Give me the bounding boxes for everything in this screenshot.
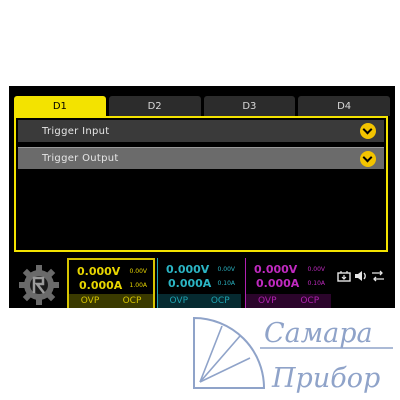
ch2-set-current: 0.10A [217, 280, 235, 287]
tab-d2[interactable]: D2 [108, 96, 201, 116]
ch3-current: 0.000A [256, 277, 300, 290]
speaker-icon[interactable] [354, 270, 368, 282]
ch3-ovp-label[interactable]: OVP [246, 294, 289, 308]
trigger-output-row[interactable]: Trigger Output [18, 147, 384, 169]
ch2-current: 0.000A [168, 277, 212, 290]
ch3-voltage: 0.000V [254, 263, 298, 276]
ch3-set-current: 0.10A [307, 280, 325, 287]
ch1-set-voltage: 0.00V [129, 268, 147, 275]
watermark-logo: Самара Прибор [193, 316, 393, 394]
ch1-ovp-label[interactable]: OVP [69, 294, 111, 308]
trigger-input-label: Trigger Input [42, 125, 110, 137]
transfer-icon[interactable] [371, 270, 385, 282]
ch1-protection: OVP OCP [69, 294, 153, 308]
ch3-ocp-label[interactable]: OCP [289, 294, 332, 308]
chevron-down-icon[interactable] [360, 150, 376, 167]
status-bar: 0.000V 0.00V 0.000A 1.00A OVP OCP 0.000V… [9, 256, 395, 308]
trigger-input-row[interactable]: Trigger Input [18, 120, 384, 142]
watermark-line1: Самара [264, 318, 373, 349]
chevron-down-icon[interactable] [360, 123, 376, 139]
ch3-set-voltage: 0.00V [307, 266, 325, 273]
tab-d3[interactable]: D3 [203, 96, 296, 116]
tab-bar: D1 D2 D3 D4 [14, 96, 390, 116]
ch1-ocp-label[interactable]: OCP [111, 294, 153, 308]
trigger-output-label: Trigger Output [42, 153, 119, 164]
ch2-voltage: 0.000V [166, 263, 210, 276]
ch1-set-current: 1.00A [129, 282, 147, 289]
ch3-protection: OVP OCP [246, 294, 331, 308]
usb-device-icon[interactable] [337, 270, 351, 282]
channel-2-readout[interactable]: 0.000V 0.00V 0.000A 0.10A OVP OCP [157, 258, 241, 308]
gear-logo-icon[interactable] [17, 263, 61, 307]
ch2-ocp-label[interactable]: OCP [200, 294, 242, 308]
ch1-current: 0.000A [79, 279, 123, 292]
ch2-set-voltage: 0.00V [217, 266, 235, 273]
channel-1-readout[interactable]: 0.000V 0.00V 0.000A 1.00A OVP OCP [67, 258, 155, 308]
ch2-protection: OVP OCP [158, 294, 241, 308]
status-icons [337, 270, 385, 282]
channel-3-readout[interactable]: 0.000V 0.00V 0.000A 0.10A OVP OCP [245, 258, 331, 308]
ch1-voltage: 0.000V [77, 265, 121, 278]
ch2-ovp-label[interactable]: OVP [158, 294, 200, 308]
instrument-screen: D1 D2 D3 D4 Trigger Input Trigger Output [9, 86, 395, 308]
tab-d1[interactable]: D1 [14, 96, 106, 116]
tab-d4[interactable]: D4 [298, 96, 390, 116]
watermark-line2: Прибор [271, 363, 380, 394]
trigger-panel: Trigger Input Trigger Output [14, 116, 388, 252]
